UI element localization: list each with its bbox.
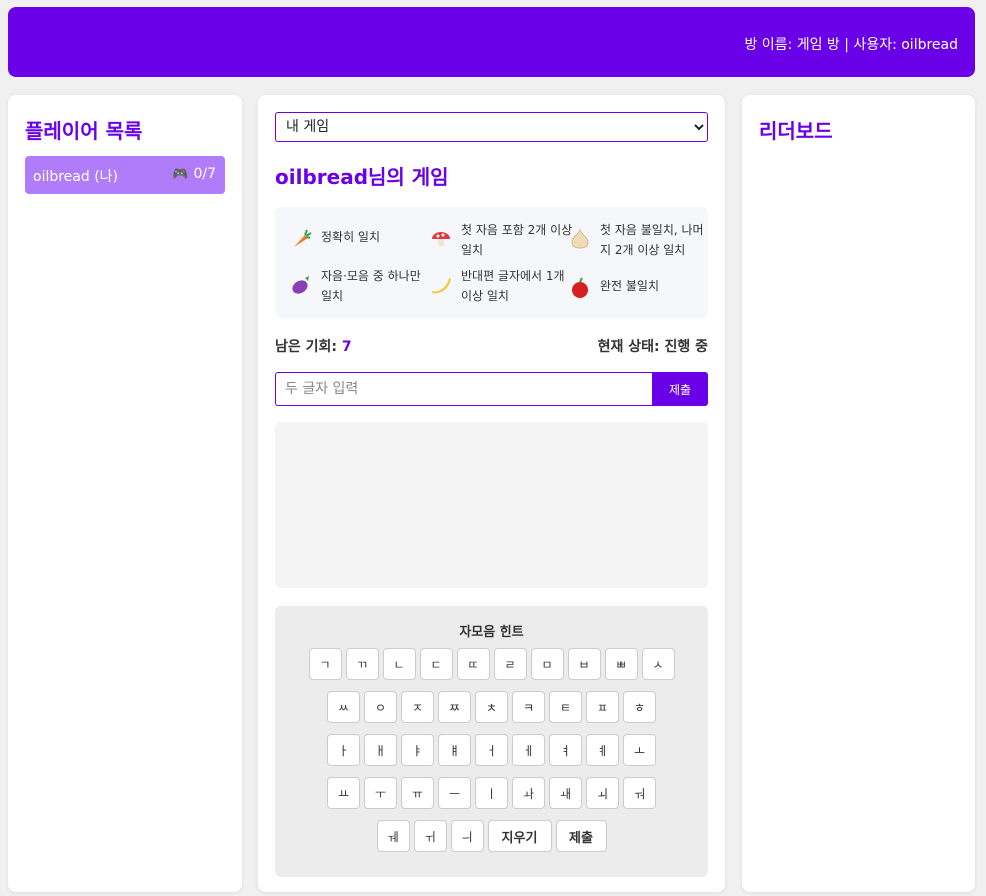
key-button[interactable]: ㅆ: [327, 691, 360, 723]
player-name: oilbread (나): [33, 169, 119, 185]
key-button[interactable]: ㅢ: [450, 820, 484, 852]
leaderboard-title: 리더보드: [759, 119, 833, 143]
key-button[interactable]: ㅁ: [530, 648, 564, 680]
player-list-title: 플레이어 목록: [25, 119, 143, 143]
key-button[interactable]: ㅑ: [401, 734, 434, 766]
key-button[interactable]: ㅣ: [475, 777, 508, 809]
garlic-icon: [568, 227, 592, 251]
submit-button[interactable]: 제출: [652, 372, 708, 406]
keyboard-row: ㅆ ㅇ ㅈ ㅉ ㅊ ㅋ ㅌ ㅍ ㅎ: [275, 691, 708, 723]
remaining-label: 남은 기회:: [275, 339, 337, 355]
key-button[interactable]: ㅞ: [376, 820, 410, 852]
key-button[interactable]: ㄷ: [419, 648, 453, 680]
keyboard-title: 자모음 힌트: [459, 625, 524, 640]
guess-history: [275, 422, 708, 588]
remaining-value: 7: [341, 339, 352, 355]
key-button[interactable]: ㄹ: [493, 648, 527, 680]
key-button[interactable]: ㅔ: [512, 734, 545, 766]
key-button[interactable]: ㄴ: [382, 648, 416, 680]
player-score-value: 0/7: [193, 166, 216, 182]
key-button[interactable]: ㅏ: [327, 734, 360, 766]
room-user-info: 방 이름: 게임 방 | 사용자: oilbread: [744, 37, 958, 53]
key-button[interactable]: ㅚ: [586, 777, 619, 809]
player-score: 🎮 0/7: [172, 166, 216, 182]
jamo-keyboard: 자모음 힌트 ㄱ ㄲ ㄴ ㄷ ㄸ ㄹ ㅁ ㅂ ㅃ ㅅ ㅆ ㅇ ㅈ ㅉ ㅊ ㅋ ㅌ…: [275, 606, 708, 877]
leaderboard-panel: 리더보드: [742, 95, 975, 892]
key-button[interactable]: ㅖ: [586, 734, 619, 766]
player-item[interactable]: oilbread (나) 🎮 0/7: [25, 156, 225, 194]
keyboard-row: ㅛ ㅜ ㅠ ㅡ ㅣ ㅘ ㅙ ㅚ ㅝ: [275, 777, 708, 809]
key-button[interactable]: ㅈ: [401, 691, 434, 723]
key-button[interactable]: ㅍ: [586, 691, 619, 723]
game-panel: 내 게임 oilbread님의 게임 정확히 일치 첫 자음 포함 2개 이상 …: [258, 95, 725, 892]
key-button[interactable]: ㅎ: [623, 691, 656, 723]
feedback-legend: 정확히 일치 첫 자음 포함 2개 이상 일치 첫 자음 불일치, 나머지 2개…: [275, 207, 708, 318]
legend-text: 정확히 일치: [321, 230, 381, 244]
current-status: 현재 상태: 진행 중: [598, 336, 708, 356]
player-list-panel: 플레이어 목록 oilbread (나) 🎮 0/7: [8, 95, 242, 892]
guess-input[interactable]: [275, 372, 653, 406]
key-button[interactable]: ㅉ: [438, 691, 471, 723]
legend-text: 첫 자음 포함 2개 이상 일치: [461, 223, 573, 257]
legend-text: 반대편 글자에서 1개 이상 일치: [461, 269, 565, 303]
erase-key-button[interactable]: 지우기: [487, 820, 552, 852]
carrot-icon: [289, 227, 313, 251]
app-header: 방 이름: 게임 방 | 사용자: oilbread: [8, 7, 975, 77]
key-button[interactable]: ㄲ: [345, 648, 379, 680]
key-button[interactable]: ㅃ: [604, 648, 638, 680]
status-value: 진행 중: [664, 339, 708, 355]
legend-text: 완전 불일치: [600, 279, 660, 293]
key-button[interactable]: ㅕ: [549, 734, 582, 766]
key-button[interactable]: ㅙ: [549, 777, 582, 809]
key-button[interactable]: ㅅ: [641, 648, 675, 680]
key-button[interactable]: ㅓ: [475, 734, 508, 766]
key-button[interactable]: ㅝ: [623, 777, 656, 809]
keyboard-row: ㅞ ㅟ ㅢ 지우기 제출: [275, 820, 708, 852]
eggplant-icon: [289, 273, 313, 297]
game-select[interactable]: 내 게임: [275, 112, 708, 142]
key-button[interactable]: ㅒ: [438, 734, 471, 766]
remaining-chances: 남은 기회: 7: [275, 336, 352, 356]
keyboard-row: ㅏ ㅐ ㅑ ㅒ ㅓ ㅔ ㅕ ㅖ ㅗ: [275, 734, 708, 766]
key-button[interactable]: ㅘ: [512, 777, 545, 809]
keyboard-submit-button[interactable]: 제출: [555, 820, 607, 852]
legend-text: 첫 자음 불일치, 나머지 2개 이상 일치: [600, 223, 704, 257]
key-button[interactable]: ㅐ: [364, 734, 397, 766]
key-button[interactable]: ㅇ: [364, 691, 397, 723]
key-button[interactable]: ㅗ: [623, 734, 656, 766]
apple-icon: [568, 276, 592, 300]
key-button[interactable]: ㅌ: [549, 691, 582, 723]
key-button[interactable]: ㅂ: [567, 648, 601, 680]
key-button[interactable]: ㄸ: [456, 648, 490, 680]
key-button[interactable]: ㄱ: [308, 648, 342, 680]
key-button[interactable]: ㅟ: [413, 820, 447, 852]
status-label: 현재 상태:: [597, 339, 660, 355]
key-button[interactable]: ㅜ: [364, 777, 397, 809]
key-button[interactable]: ㅛ: [327, 777, 360, 809]
key-button[interactable]: ㅋ: [512, 691, 545, 723]
banana-icon: [429, 273, 453, 297]
mushroom-icon: [429, 227, 453, 251]
key-button[interactable]: ㅊ: [475, 691, 508, 723]
gamepad-icon: 🎮: [172, 167, 189, 182]
keyboard-row: ㄱ ㄲ ㄴ ㄷ ㄸ ㄹ ㅁ ㅂ ㅃ ㅅ: [275, 648, 708, 680]
legend-text: 자음·모음 중 하나만 일치: [321, 269, 421, 303]
key-button[interactable]: ㅠ: [401, 777, 434, 809]
game-title: oilbread님의 게임: [275, 165, 449, 189]
key-button[interactable]: ㅡ: [438, 777, 471, 809]
